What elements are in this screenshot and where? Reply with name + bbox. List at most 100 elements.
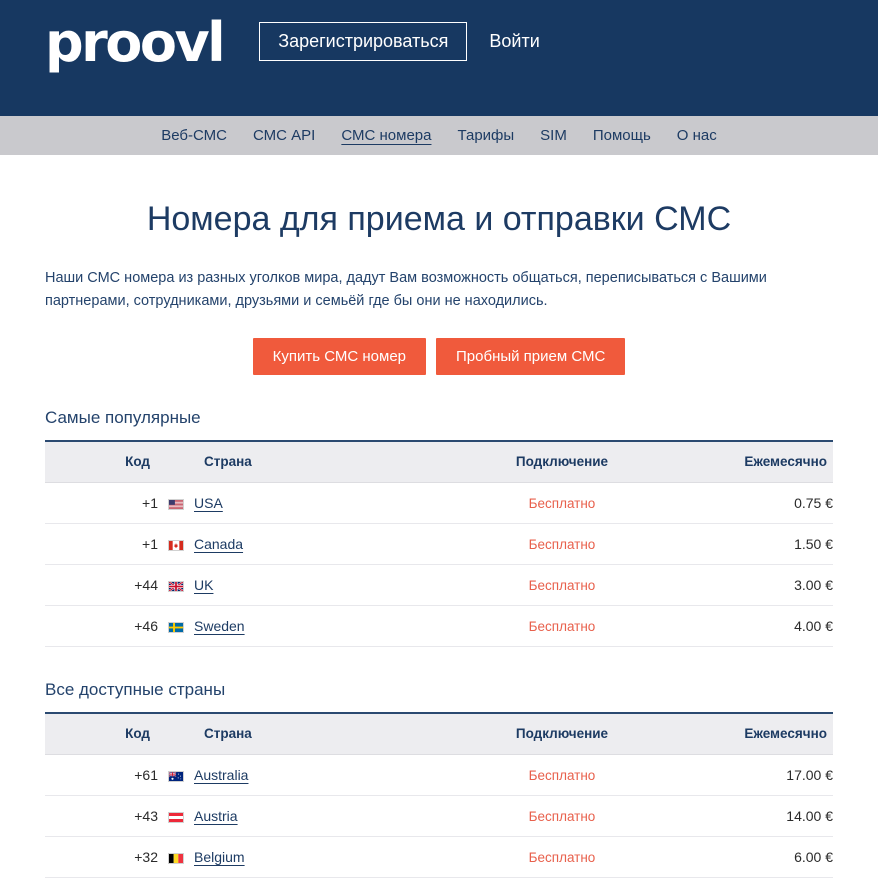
connection-cell: Бесплатно — [447, 836, 677, 878]
nav-item-смс-номера[interactable]: СМС номера — [328, 128, 444, 143]
trial-sms-button[interactable]: Пробный прием СМС — [436, 338, 626, 376]
rate-section: Самые популярные Код Страна Подключение Ежем… — [45, 408, 833, 648]
monthly-price: 17.00 € — [677, 754, 833, 797]
column-header-code: Код — [45, 713, 158, 756]
table-row: +44 UK Бесплатно 3.00 € — [45, 564, 833, 607]
connection-free-label: Бесплатно — [528, 537, 596, 553]
country-cell: USA — [194, 482, 447, 525]
table-row: +61 Australia Бесплатно 17.00 € — [45, 754, 833, 797]
monthly-price: 0.75 € — [677, 482, 833, 525]
nav-item-тарифы[interactable]: Тарифы — [444, 128, 527, 143]
country-cell: Canada — [194, 523, 447, 566]
column-header-country: Страна — [194, 713, 447, 756]
nav-item-помощь[interactable]: Помощь — [580, 128, 664, 143]
table-header-row: Код Страна Подключение Ежемесячно — [45, 713, 833, 756]
flag-sweden-icon — [168, 622, 184, 634]
login-button[interactable]: Войти — [489, 32, 539, 50]
column-header-flag — [158, 713, 194, 756]
column-header-country: Страна — [194, 441, 447, 484]
section-title: Все доступные страны — [45, 680, 226, 700]
country-link[interactable]: Austria — [194, 808, 238, 824]
monthly-price: 14.00 € — [677, 795, 833, 838]
main-navigation: Веб-СМС СМС API СМС номера Тарифы SIM Помощь О… — [0, 116, 878, 155]
country-link[interactable]: Australia — [194, 767, 248, 783]
flag-cell — [158, 836, 194, 878]
rate-section: Все доступные страны Код Страна Подключение… — [45, 680, 833, 878]
country-cell: Austria — [194, 795, 447, 838]
rate-sections: Самые популярные Код Страна Подключение Ежем… — [45, 408, 833, 878]
country-cell: Australia — [194, 754, 447, 797]
nav-item-смс-api[interactable]: СМС API — [240, 128, 328, 143]
flag-cell — [158, 795, 194, 838]
flag-cell — [158, 523, 194, 566]
connection-cell: Бесплатно — [447, 482, 677, 525]
cta-button-row: Купить СМС номер Пробный прием СМС — [45, 338, 833, 376]
header-inner: proovl Зарегистрироваться Войти — [0, 0, 878, 82]
flag-cell — [158, 564, 194, 607]
country-cell: UK — [194, 564, 447, 607]
proovl-logo[interactable]: proovl — [45, 12, 226, 70]
flag-usa-icon — [168, 499, 184, 511]
country-link[interactable]: Canada — [194, 536, 243, 552]
flag-cell — [158, 754, 194, 797]
page-content: Номера для приема и отправки СМС Наши СМ… — [0, 200, 878, 878]
connection-free-label: Бесплатно — [528, 619, 596, 635]
country-code: +61 — [45, 754, 158, 797]
connection-free-label: Бесплатно — [528, 850, 596, 866]
connection-cell: Бесплатно — [447, 564, 677, 607]
table-row: +32 Belgium Бесплатно 6.00 € — [45, 836, 833, 878]
connection-cell: Бесплатно — [447, 523, 677, 566]
column-header-connection: Подключение — [447, 713, 677, 756]
monthly-price: 1.50 € — [677, 523, 833, 566]
country-code: +32 — [45, 836, 158, 878]
connection-cell: Бесплатно — [447, 795, 677, 838]
flag-cell — [158, 605, 194, 648]
country-code: +43 — [45, 795, 158, 838]
country-link[interactable]: USA — [194, 495, 223, 511]
flag-uk-icon — [168, 581, 184, 593]
country-code: +1 — [45, 523, 158, 566]
table-row: +1 Canada Бесплатно 1.50 € — [45, 523, 833, 566]
flag-belgium-icon — [168, 853, 184, 865]
column-header-flag — [158, 441, 194, 484]
country-link[interactable]: UK — [194, 577, 213, 593]
column-header-monthly: Ежемесячно — [677, 441, 833, 484]
connection-cell: Бесплатно — [447, 754, 677, 797]
table-row: +43 Austria Бесплатно 14.00 € — [45, 795, 833, 838]
country-link[interactable]: Sweden — [194, 618, 245, 634]
country-link[interactable]: Belgium — [194, 849, 245, 865]
rates-table: Код Страна Подключение Ежемесячно +61 Austra… — [45, 712, 833, 878]
nav-item-sim[interactable]: SIM — [527, 128, 580, 143]
table-row: +1 USA Бесплатно 0.75 € — [45, 482, 833, 525]
country-code: +44 — [45, 564, 158, 607]
connection-cell: Бесплатно — [447, 605, 677, 648]
monthly-price: 6.00 € — [677, 836, 833, 878]
column-header-monthly: Ежемесячно — [677, 713, 833, 756]
section-title: Самые популярные — [45, 408, 201, 428]
country-cell: Sweden — [194, 605, 447, 648]
monthly-price: 4.00 € — [677, 605, 833, 648]
page-title: Номера для приема и отправки СМС — [146, 200, 732, 238]
column-header-code: Код — [45, 441, 158, 484]
country-code: +1 — [45, 482, 158, 525]
flag-cell — [158, 482, 194, 525]
connection-free-label: Бесплатно — [528, 496, 596, 512]
nav-item-о-нас[interactable]: О нас — [664, 128, 730, 143]
country-cell: Belgium — [194, 836, 447, 878]
connection-free-label: Бесплатно — [528, 768, 596, 784]
nav-item-веб-смс[interactable]: Веб-СМС — [148, 128, 240, 143]
flag-austria-icon — [168, 812, 184, 824]
flag-canada-icon — [168, 540, 184, 552]
register-button[interactable]: Зарегистрироваться — [259, 21, 468, 61]
rates-table: Код Страна Подключение Ежемесячно +1 USA Бесп… — [45, 440, 833, 648]
buy-sms-number-button[interactable]: Купить СМС номер — [252, 338, 427, 376]
country-code: +46 — [45, 605, 158, 648]
connection-free-label: Бесплатно — [528, 809, 596, 825]
column-header-connection: Подключение — [447, 441, 677, 484]
site-header: proovl Зарегистрироваться Войти — [0, 0, 878, 116]
flag-australia-icon — [168, 771, 184, 783]
table-row: +46 Sweden Бесплатно 4.00 € — [45, 605, 833, 648]
monthly-price: 3.00 € — [677, 564, 833, 607]
table-header-row: Код Страна Подключение Ежемесячно — [45, 441, 833, 484]
page-description: Наши СМС номера из разных уголков мира, … — [45, 270, 767, 309]
